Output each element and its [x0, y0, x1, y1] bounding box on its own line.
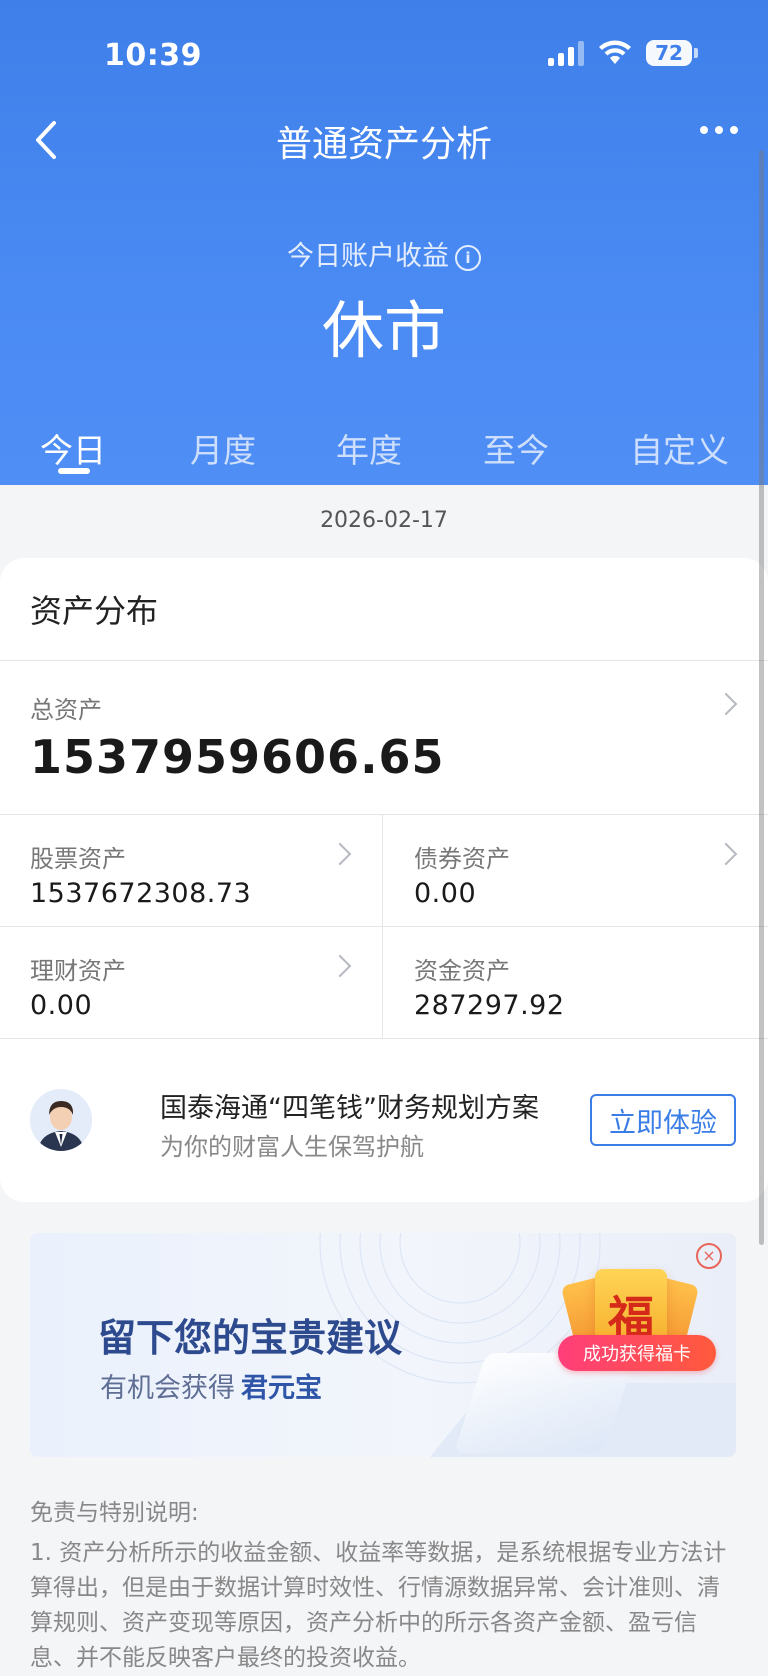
tab-to-date[interactable]: 至今 [483, 424, 549, 472]
wealth-assets-value: 0.00 [30, 990, 93, 1021]
status-icons: 72 [548, 40, 698, 66]
success-badge: 成功获得福卡 [558, 1335, 716, 1371]
cash-assets-value: 287297.92 [414, 990, 565, 1021]
tab-custom[interactable]: 自定义 [630, 424, 729, 472]
scrollbar[interactable] [759, 150, 764, 1245]
chevron-right-icon [328, 842, 352, 866]
banner-subtitle-highlight: 君元宝 [241, 1373, 322, 1404]
disclaimer-title: 免责与特别说明: [30, 1500, 199, 1526]
tab-today[interactable]: 今日 [40, 424, 106, 472]
tab-yearly[interactable]: 年度 [336, 424, 402, 472]
divider [0, 660, 768, 661]
bond-assets-value: 0.00 [414, 878, 477, 909]
tab-monthly[interactable]: 月度 [190, 424, 256, 472]
total-assets-value: 1537959606.65 [30, 730, 445, 784]
disclaimer-text: 1. 资产分析所示的收益金额、收益率等数据，是系统根据专业方法计算得出，但是由于… [30, 1540, 727, 1671]
divider [0, 926, 768, 927]
cash-assets-label: 资金资产 [414, 957, 510, 985]
info-icon[interactable]: i [455, 245, 481, 271]
wifi-icon [599, 40, 631, 64]
status-time: 10:39 [104, 38, 202, 73]
active-tab-indicator [58, 468, 90, 474]
banner-subtitle: 有机会获得 君元宝 [100, 1366, 322, 1405]
income-label-text: 今日账户收益 [287, 241, 449, 272]
divider [0, 814, 768, 815]
income-value: 休市 [321, 294, 446, 367]
chevron-right-icon [714, 842, 738, 866]
feedback-banner[interactable]: 留下您的宝贵建议 有机会获得 君元宝 福 成功获得福卡 × [30, 1233, 736, 1457]
period-tabs: 今日 月度 年度 至今 自定义 [0, 424, 768, 484]
divider [0, 1038, 768, 1039]
asset-distribution-card: 资产分布 总资产 1537959606.65 股票资产 1537672308.7… [0, 558, 768, 1202]
stock-assets-value: 1537672308.73 [30, 878, 252, 909]
chevron-right-icon [714, 692, 738, 716]
advisor-avatar [30, 1089, 92, 1151]
banner-subtitle-prefix: 有机会获得 [100, 1373, 235, 1404]
promo-subtitle: 为你的财富人生保驾护航 [160, 1133, 424, 1161]
total-assets-label: 总资产 [30, 696, 102, 724]
section-title: 资产分布 [30, 592, 159, 630]
banner-title: 留下您的宝贵建议 [98, 1316, 403, 1360]
chevron-right-icon [328, 954, 352, 978]
income-label: 今日账户收益 i [0, 234, 768, 273]
bond-assets-label: 债券资产 [414, 845, 510, 873]
cellular-signal-icon [548, 40, 584, 66]
wealth-assets-label: 理财资产 [30, 957, 126, 985]
header: 10:39 72 普通资产分析 今日账户收益 i 休市 今日 月度 年度 至今 自… [0, 0, 768, 485]
close-icon[interactable]: × [696, 1243, 722, 1269]
page-title: 普通资产分析 [275, 124, 492, 165]
battery-icon: 72 [646, 40, 698, 66]
more-options-icon[interactable] [700, 126, 738, 134]
battery-level: 72 [646, 40, 692, 66]
date-label: 2026-02-17 [320, 508, 448, 533]
stock-assets-label: 股票资产 [30, 845, 126, 873]
promo-title: 国泰海通“四笔钱”财务规划方案 [160, 1093, 539, 1124]
try-now-button[interactable]: 立即体验 [590, 1094, 736, 1146]
